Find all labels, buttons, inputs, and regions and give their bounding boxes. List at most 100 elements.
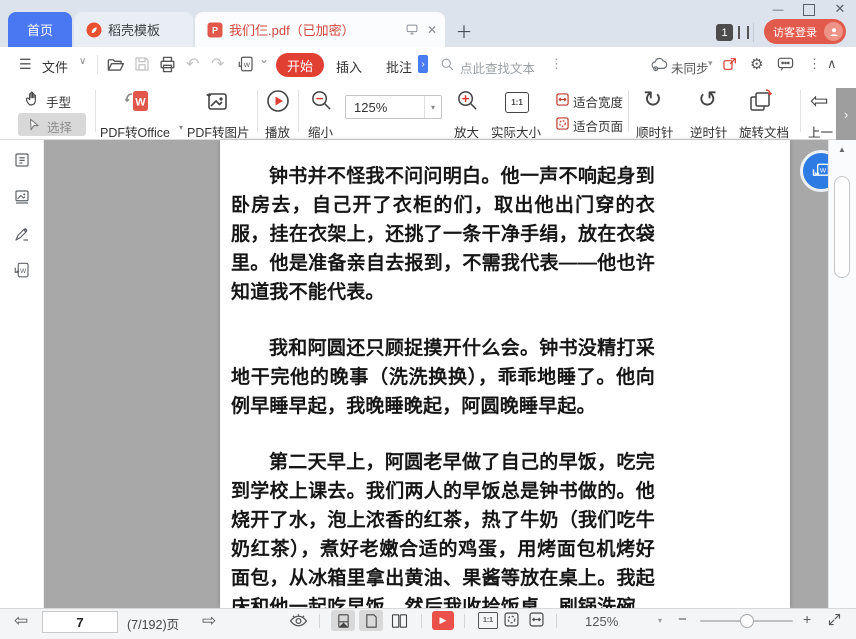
undo-icon[interactable]: ↶ <box>186 54 199 74</box>
rotate-document-label[interactable]: 旋转文档 <box>739 122 789 141</box>
pdf-to-office-label[interactable]: PDF转Office <box>100 122 170 141</box>
close-window-button[interactable]: ✕ <box>831 1 849 17</box>
menu-insert[interactable]: 插入 <box>336 57 362 76</box>
statusbar-zoom-value[interactable]: 125% <box>585 614 618 629</box>
page-paragraph: 钟书并不怪我不问问明白。他一声不响起身到卧房去，自己开了衣柜的们，取出他出门穿的… <box>231 166 655 303</box>
visitor-login-label: 访客登录 <box>773 26 817 39</box>
zoom-in-label[interactable]: 放大 <box>454 122 479 141</box>
rotate-counterclockwise-icon[interactable]: ↺ <box>698 86 717 113</box>
statusbar-separator <box>464 614 465 628</box>
svg-text:W: W <box>20 268 26 275</box>
view-mode-scroll-button[interactable] <box>331 610 355 631</box>
zoom-minus-icon[interactable]: − <box>678 611 687 628</box>
search-icon[interactable] <box>440 57 455 72</box>
fit-width-label[interactable]: 适合宽度 <box>573 92 623 111</box>
eye-protection-icon[interactable] <box>289 613 308 629</box>
tab-home[interactable]: 首页 <box>8 12 72 47</box>
select-tool-label: 选择 <box>47 121 73 135</box>
view-mode-double-page-button[interactable] <box>387 610 411 631</box>
fit-page-icon[interactable] <box>556 117 569 130</box>
rotate-clockwise-label[interactable]: 顺时针 <box>636 122 674 141</box>
export-word-panel-icon[interactable]: W <box>13 261 31 279</box>
rotate-counterclockwise-label[interactable]: 逆时针 <box>690 122 728 141</box>
zoom-plus-icon[interactable]: + <box>803 611 811 627</box>
play-label[interactable]: 播放 <box>265 122 290 141</box>
hamburger-icon[interactable]: ☰ <box>19 56 32 73</box>
pdf-to-image-icon <box>204 89 229 114</box>
ratio-text: 1:1 <box>511 98 523 107</box>
page-number-input[interactable] <box>42 611 118 633</box>
zoom-level-combobox[interactable]: 125% ▾ <box>345 95 442 119</box>
share-icon[interactable] <box>722 56 738 72</box>
outline-panel-icon[interactable] <box>13 151 31 169</box>
rotate-document-icon[interactable] <box>748 88 774 114</box>
zoom-slider-knob[interactable] <box>740 614 754 628</box>
sign-panel-icon[interactable] <box>13 225 31 243</box>
send-to-device-icon[interactable] <box>405 23 419 36</box>
visitor-login-button[interactable]: 访客登录 <box>764 19 846 44</box>
sync-status-label[interactable]: 未同步 <box>671 58 709 77</box>
export-caret-icon[interactable]: ⌄ <box>259 52 269 66</box>
ribbon-overflow-strip[interactable]: › <box>836 88 856 140</box>
rotate-clockwise-icon[interactable]: ↻ <box>643 86 662 113</box>
zoom-combobox-caret[interactable]: ▾ <box>424 96 441 118</box>
collapse-ribbon-icon[interactable]: ∧ <box>827 56 837 72</box>
scrollbar-thumb[interactable] <box>834 176 850 278</box>
fit-width-button[interactable] <box>529 612 544 627</box>
plus-icon: ＋ <box>455 22 473 42</box>
image-panel-icon[interactable] <box>13 188 31 206</box>
search-more-icon[interactable]: ⋮ <box>550 56 563 72</box>
zoom-out-icon[interactable] <box>310 89 333 112</box>
fit-page-button[interactable] <box>504 612 519 627</box>
save-icon[interactable] <box>133 55 151 73</box>
menu-file[interactable]: 文件 <box>42 57 68 76</box>
tab-splitter-icon[interactable] <box>738 26 749 39</box>
file-caret-icon[interactable]: ∨ <box>79 56 86 67</box>
redo-icon[interactable]: ↷ <box>211 54 224 74</box>
menubar-separator <box>97 55 98 74</box>
print-icon[interactable] <box>158 55 177 74</box>
menu-comment[interactable]: 批注 <box>386 57 412 76</box>
tab-templates[interactable]: 稻壳模板 <box>74 12 193 47</box>
tab-document-label: 我们仨.pdf（已加密） <box>229 23 355 38</box>
pdf-to-office-caret-icon[interactable]: ▾ <box>179 123 183 132</box>
tab-count-badge[interactable]: 1 <box>716 24 733 41</box>
previous-view-label[interactable]: 上一 <box>808 122 833 141</box>
close-tab-icon[interactable]: ✕ <box>427 23 437 37</box>
docer-logo-icon <box>86 22 102 38</box>
actual-size-icon[interactable]: 1:1 <box>505 92 529 113</box>
zoom-in-icon[interactable] <box>456 89 479 112</box>
comment-bubble-icon[interactable] <box>777 56 794 72</box>
fit-width-icon[interactable] <box>556 93 569 106</box>
gear-icon[interactable]: ⚙ <box>750 55 763 73</box>
fullscreen-icon[interactable] <box>827 612 842 627</box>
pdf-to-image-label[interactable]: PDF转图片 <box>187 122 250 141</box>
new-tab-button[interactable]: ＋ <box>452 18 476 42</box>
hand-tool-label[interactable]: 手型 <box>46 92 71 111</box>
cloud-sync-icon[interactable] <box>650 56 668 72</box>
next-page-icon[interactable]: ⇨ <box>202 611 216 631</box>
hand-tool-icon[interactable] <box>24 90 41 107</box>
more-tabs-indicator[interactable]: › <box>418 55 428 73</box>
minimize-button[interactable]: — <box>768 2 788 17</box>
play-button[interactable]: ▶ <box>432 611 454 630</box>
statusbar-separator <box>556 614 557 628</box>
actual-size-button[interactable]: 1:1 <box>478 612 498 629</box>
tab-document[interactable]: P 我们仨.pdf（已加密） ✕ <box>195 12 445 47</box>
maximize-button[interactable] <box>803 4 815 16</box>
zoom-out-label[interactable]: 缩小 <box>308 122 333 141</box>
open-file-icon[interactable] <box>106 55 125 74</box>
menu-start[interactable]: 开始 <box>276 53 324 77</box>
more-options-icon[interactable]: ⋮ <box>808 56 821 72</box>
actual-size-label[interactable]: 实际大小 <box>491 122 541 141</box>
fit-page-label[interactable]: 适合页面 <box>573 116 623 135</box>
prev-page-icon[interactable]: ⇦ <box>14 611 28 631</box>
scroll-up-icon[interactable]: ▲ <box>838 145 846 154</box>
view-mode-single-page-button[interactable] <box>359 610 383 631</box>
pdf-page[interactable]: 钟书并不怪我不问问明白。他一声不响起身到卧房去，自己开了衣柜的们，取出他出门穿的… <box>220 140 790 608</box>
statusbar-zoom-caret-icon[interactable]: ▾ <box>658 616 662 625</box>
previous-view-icon[interactable]: ⇦ <box>810 88 828 114</box>
export-to-word-icon[interactable]: W <box>237 55 255 73</box>
sync-caret-icon[interactable]: ▾ <box>708 58 713 69</box>
search-input[interactable]: 点此查找文本 <box>460 58 535 77</box>
